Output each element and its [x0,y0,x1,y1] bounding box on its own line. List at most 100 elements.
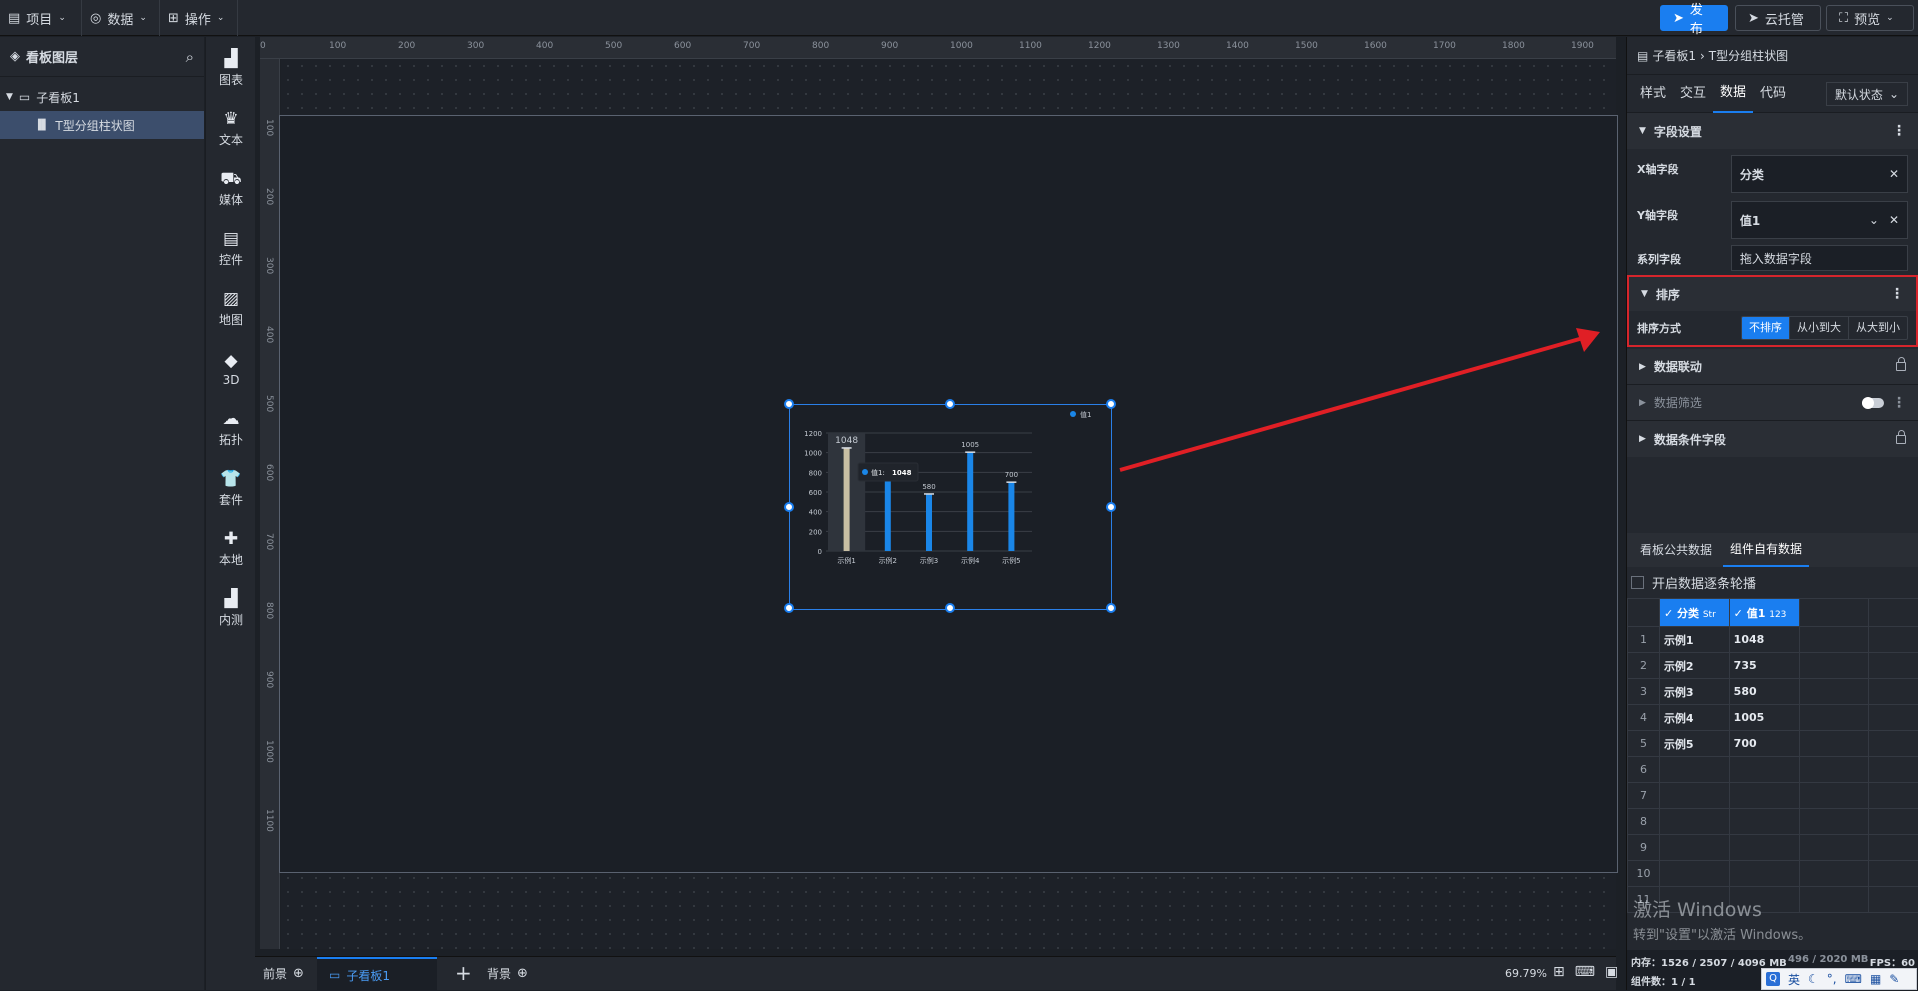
table-cell[interactable] [1869,835,1918,861]
x-field-box[interactable]: 分类 ✕ [1731,155,1908,193]
table-cell[interactable]: 示例2 [1659,653,1729,679]
table-cell[interactable] [1869,627,1918,653]
table-cell[interactable] [1659,783,1729,809]
table-cell[interactable] [1659,835,1729,861]
table-row[interactable]: 8 [1628,809,1918,835]
add-board-icon[interactable]: + [455,961,472,985]
table-row[interactable]: 2示例2735 [1628,653,1918,679]
table-cell[interactable] [1799,809,1869,835]
table-row[interactable]: 3示例3580 [1628,679,1918,705]
menu-data[interactable]: ◎ 数据 ⌄ [82,0,160,36]
table-cell[interactable] [1869,783,1918,809]
resize-handle[interactable] [1106,502,1116,512]
chart-component[interactable]: 0200400600800100012001048示例1示例2580示例3100… [789,404,1112,610]
table-cell[interactable] [1799,653,1869,679]
tab-code[interactable]: 代码 [1753,76,1793,112]
foreground-tab[interactable]: 前景 ⊕ [263,965,304,982]
resize-handle[interactable] [1106,603,1116,613]
table-row[interactable]: 5示例5700 [1628,731,1918,757]
table-cell[interactable] [1659,809,1729,835]
table-cell[interactable] [1799,887,1869,913]
resize-handle[interactable] [784,603,794,613]
table-cell[interactable] [1799,757,1869,783]
table-cell[interactable] [1869,653,1918,679]
table-cell[interactable] [1659,757,1729,783]
table-cell[interactable] [1869,757,1918,783]
table-cell[interactable] [1799,835,1869,861]
table-cell[interactable] [1869,809,1918,835]
tool-chart[interactable]: ▟图表 [206,39,256,99]
y-field-box[interactable]: 值1 ⌄✕ [1731,201,1908,239]
table-cell[interactable]: 700 [1729,731,1799,757]
table-cell[interactable] [1799,861,1869,887]
condition-field-header[interactable]: ▶ 数据条件字段 [1627,421,1918,457]
table-cell[interactable] [1869,705,1918,731]
layer-board[interactable]: ▼ ▭ 子看板1 [0,83,204,111]
tab-interaction[interactable]: 交互 [1673,76,1713,112]
table-cell[interactable] [1799,627,1869,653]
close-icon[interactable]: ✕ [1889,213,1899,227]
menu-project[interactable]: ▤ 项目 ⌄ [0,0,82,36]
tab-style[interactable]: 样式 [1633,76,1673,112]
table-cell[interactable]: 示例5 [1659,731,1729,757]
table-cell[interactable]: 示例1 [1659,627,1729,653]
sort-asc-option[interactable]: 从小到大 [1790,317,1849,339]
table-cell[interactable] [1799,731,1869,757]
carousel-checkbox[interactable] [1631,576,1644,589]
table-row[interactable]: 11 [1628,887,1918,913]
resize-handle[interactable] [945,399,955,409]
table-cell[interactable]: 示例3 [1659,679,1729,705]
ime-language[interactable]: 英 [1788,971,1800,988]
more-icon[interactable]: ⋮ [1892,123,1906,139]
table-cell[interactable] [1799,705,1869,731]
table-cell[interactable] [1799,783,1869,809]
tab-data[interactable]: 数据 [1713,75,1753,113]
table-cell[interactable]: 735 [1729,653,1799,679]
table-cell[interactable] [1729,783,1799,809]
state-select[interactable]: 默认状态 ⌄ [1826,82,1908,106]
add-circle-icon[interactable]: ⊕ [293,966,304,981]
table-cell[interactable] [1869,861,1918,887]
sort-desc-option[interactable]: 从大到小 [1849,317,1907,339]
tool-local[interactable]: ✚本地 [206,519,256,579]
board-tab[interactable]: ▭ 子看板1 [317,957,437,991]
column-header-category[interactable]: ✓ 分类 Str [1659,599,1729,627]
table-cell[interactable] [1869,731,1918,757]
table-row[interactable]: 6 [1628,757,1918,783]
field-settings-header[interactable]: ▼ 字段设置 ⋮ [1627,113,1918,149]
fit-screen-icon[interactable]: ⊞ [1553,964,1565,980]
column-header-value[interactable]: ✓ 值1 123 [1729,599,1799,627]
resize-handle[interactable] [784,399,794,409]
tool-beta[interactable]: ▟内测 [206,579,256,639]
table-cell[interactable] [1869,887,1918,913]
table-cell[interactable] [1659,861,1729,887]
table-row[interactable]: 4示例41005 [1628,705,1918,731]
background-tab[interactable]: 背景 ⊕ [487,965,528,982]
wrench-icon[interactable]: ✎ [1889,972,1899,986]
keyboard-icon[interactable]: ⌨ [1845,972,1862,986]
chevron-down-icon[interactable]: ⌄ [1869,213,1879,227]
moon-icon[interactable]: ☾ [1808,972,1819,986]
sort-header[interactable]: ▼ 排序 ⋮ [1629,277,1916,311]
table-cell[interactable]: 580 [1729,679,1799,705]
table-row[interactable]: 10 [1628,861,1918,887]
search-icon[interactable]: ⌕ [186,48,194,66]
publish-button[interactable]: ➤ 发布 [1660,5,1728,31]
table-cell[interactable] [1799,679,1869,705]
zoom-level[interactable]: 69.79% [1505,967,1547,980]
table-cell[interactable]: 1005 [1729,705,1799,731]
resize-handle[interactable] [945,603,955,613]
terminal-icon[interactable]: ▣ [1605,964,1618,980]
table-cell[interactable] [1659,887,1729,913]
table-row[interactable]: 9 [1628,835,1918,861]
menu-operation[interactable]: ⊞ 操作 ⌄ [160,0,238,36]
tool-kit[interactable]: 👕套件 [206,459,256,519]
table-cell[interactable] [1729,887,1799,913]
more-icon[interactable]: ⋮ [1892,395,1906,411]
preview-button[interactable]: ⛶ 预览 ⌄ [1826,5,1914,31]
punctuation-icon[interactable]: °, [1827,972,1837,986]
toggle-switch[interactable] [1862,398,1884,408]
table-row[interactable]: 7 [1628,783,1918,809]
table-cell[interactable] [1729,861,1799,887]
tool-text[interactable]: ♛文本 [206,99,256,159]
